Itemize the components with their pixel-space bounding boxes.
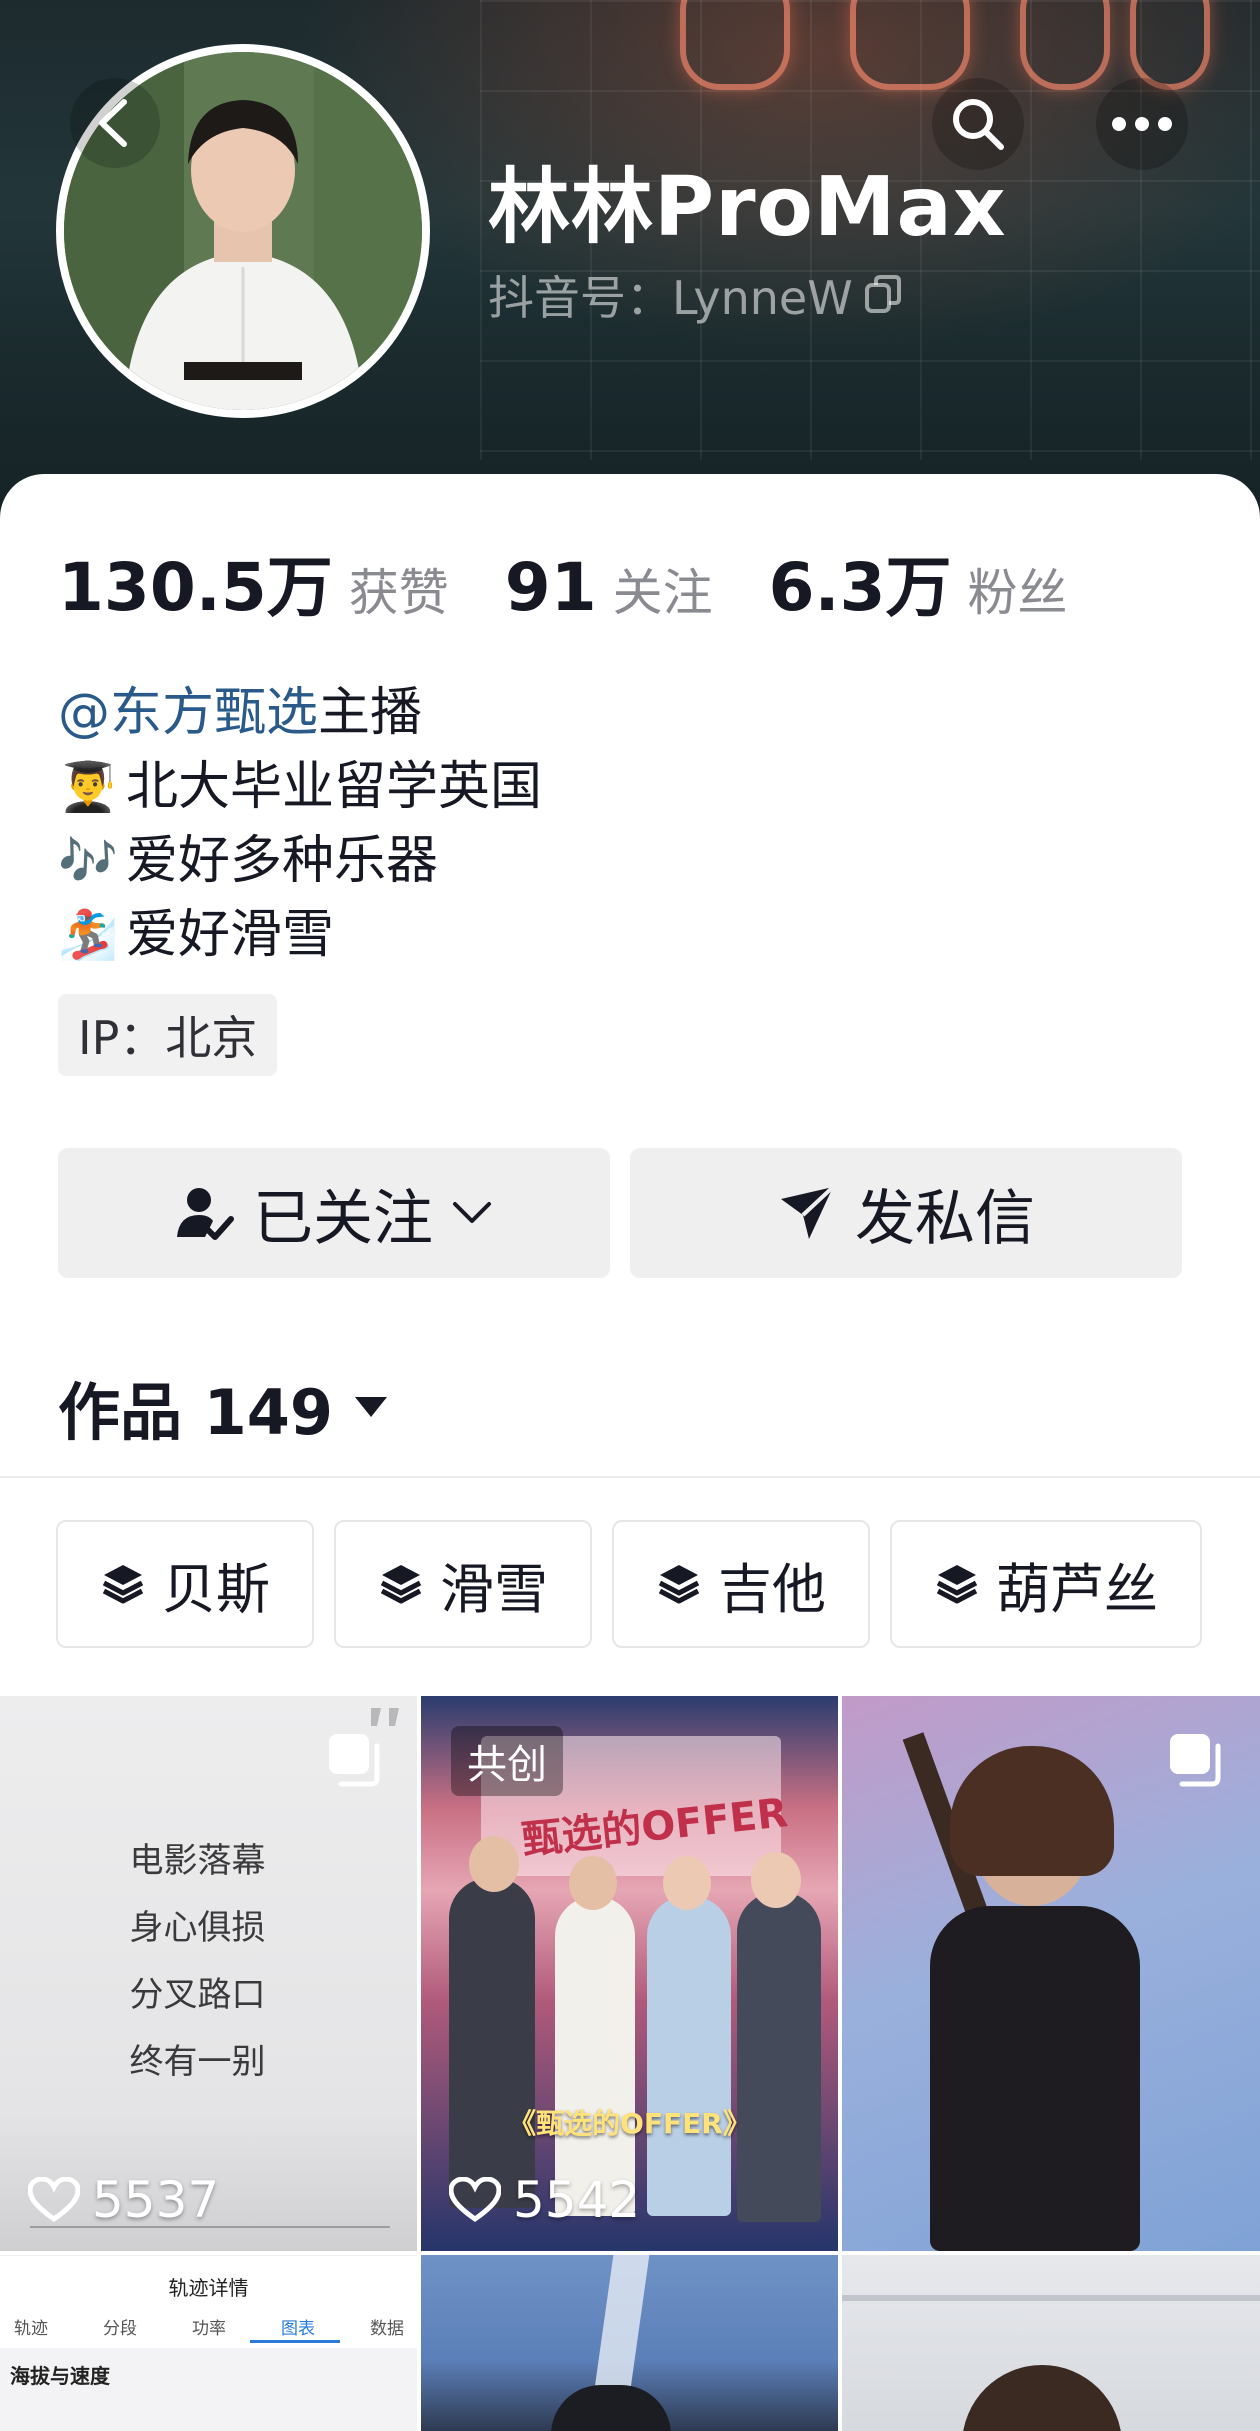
- music-notes-emoji: 🎶: [58, 833, 118, 889]
- collection-chip-label: 滑雪: [440, 1557, 548, 1621]
- snowboarder-emoji: 🏂: [58, 907, 118, 963]
- works-tab[interactable]: 作品 149: [58, 1362, 389, 1452]
- person-head: [663, 1856, 711, 1910]
- collection-chip[interactable]: 贝斯: [56, 1520, 314, 1648]
- douyin-id[interactable]: 抖音号：LynneW: [488, 262, 905, 328]
- bio-line-mention: @东方甄选 主播: [58, 676, 542, 750]
- following-count[interactable]: 91: [505, 549, 597, 626]
- video-tile[interactable]: 电影落幕 身心俱损 分叉路口 终有一别 5537: [0, 1696, 417, 2251]
- multi-image-icon: [329, 1734, 380, 1787]
- likes-label: 获赞: [348, 564, 449, 622]
- collection-chip-label: 吉他: [718, 1557, 826, 1621]
- collection-chip[interactable]: 吉他: [612, 1520, 870, 1648]
- douyin-id-text: 抖音号：LynneW: [488, 271, 853, 325]
- like-count-value: 5542: [513, 2171, 641, 2229]
- followed-label: 已关注: [253, 1183, 433, 1254]
- co-create-badge: 共创: [451, 1726, 563, 1796]
- track-tab-active: 图表: [281, 2319, 315, 2339]
- layers-icon: [380, 1565, 422, 1604]
- person-head: [469, 1836, 519, 1892]
- person-helmet: [551, 2385, 671, 2431]
- person-figure: [930, 1906, 1140, 2251]
- heart-icon: [28, 2177, 80, 2223]
- profile-header: 林林ProMax 抖音号：LynneW: [0, 0, 1260, 520]
- active-tab-indicator: [250, 2340, 340, 2343]
- person-hair: [950, 1746, 1114, 1876]
- user-check-icon: [177, 1188, 234, 1240]
- ip-location-tag: IP：北京: [58, 994, 278, 1076]
- like-count: 5542: [449, 2171, 640, 2229]
- text-post-line: 终有一别: [129, 2042, 266, 2082]
- followers-count[interactable]: 6.3万: [769, 534, 952, 630]
- video-tile[interactable]: 轨迹详情 轨迹 分段 功率 图表 数据 海拔与速度: [0, 2255, 417, 2431]
- video-tile[interactable]: [842, 2255, 1260, 2431]
- layers-icon: [936, 1565, 978, 1604]
- collection-chip-label: 葫芦丝: [996, 1557, 1158, 1621]
- stats-row: 130.5万 获赞 91 关注 6.3万 粉丝: [58, 534, 1124, 630]
- works-label: 作品 149: [58, 1376, 334, 1449]
- text-post-line: 分叉路口: [129, 1975, 266, 2015]
- caret-down-icon: [355, 1397, 388, 1417]
- track-tab: 分段: [103, 2319, 137, 2339]
- text-post-line: 电影落幕: [129, 1841, 266, 1881]
- video-caption: 《甄选的OFFER》: [508, 2107, 751, 2140]
- like-count: 5537: [28, 2171, 219, 2229]
- bio-role: 主播: [318, 683, 423, 743]
- person-head: [569, 1856, 617, 1910]
- message-label: 发私信: [855, 1183, 1035, 1254]
- followers-label[interactable]: 粉丝: [968, 553, 1068, 625]
- more-button[interactable]: [1096, 78, 1188, 170]
- send-icon: [781, 1185, 835, 1239]
- chevron-left-icon: [99, 99, 127, 147]
- bio-line: 🏂 爱好滑雪: [58, 898, 542, 972]
- message-button[interactable]: 发私信: [630, 1148, 1182, 1278]
- layers-icon: [658, 1565, 700, 1604]
- copy-icon[interactable]: [861, 273, 905, 317]
- back-button[interactable]: [70, 78, 160, 168]
- text-post-body: 电影落幕 身心俱损 分叉路口 终有一别: [0, 1828, 395, 2096]
- video-tile[interactable]: [421, 2255, 838, 2431]
- video-tile[interactable]: 甄选的OFFER 共创 《甄选的OFFER》 5542: [421, 1696, 838, 2251]
- graduate-emoji: 👨‍🎓: [58, 759, 118, 815]
- followed-button[interactable]: 已关注: [58, 1148, 610, 1278]
- chevron-down-icon: [453, 1202, 491, 1223]
- person-figure: [737, 1892, 821, 2222]
- collection-chip[interactable]: 滑雪: [334, 1520, 592, 1648]
- layers-icon: [102, 1565, 144, 1604]
- track-tab: 数据: [370, 2319, 404, 2339]
- bio-line: 👨‍🎓 北大毕业留学英国: [58, 750, 542, 824]
- person-figure: [449, 1878, 535, 2208]
- track-tabs: 轨迹 分段 功率 图表 数据: [14, 2314, 404, 2339]
- divider: [0, 1476, 1260, 1478]
- collection-chips: 贝斯 滑雪 吉他 葫芦丝: [56, 1520, 1202, 1648]
- bio-line: 🎶 爱好多种乐器: [58, 824, 542, 898]
- video-tile[interactable]: [842, 1696, 1260, 2251]
- multi-image-icon: [1170, 1734, 1221, 1787]
- person-hair: [962, 2365, 1122, 2431]
- bio: @东方甄选 主播 👨‍🎓 北大毕业留学英国 🎶 爱好多种乐器 🏂 爱好滑雪: [58, 676, 542, 972]
- quote-icon: [371, 1708, 399, 1726]
- nickname: 林林ProMax: [488, 160, 1007, 255]
- track-tab: 轨迹: [14, 2319, 48, 2339]
- text-post-line: 身心俱损: [129, 1908, 266, 1948]
- following-label[interactable]: 关注: [613, 553, 713, 625]
- person-figure: [555, 1896, 635, 2216]
- mention-link[interactable]: @东方甄选: [58, 676, 318, 750]
- like-count-value: 5537: [92, 2171, 220, 2229]
- ceiling-beam: [842, 2295, 1260, 2301]
- collection-chip-label: 贝斯: [162, 1557, 270, 1621]
- bio-line-text: 爱好滑雪: [126, 905, 335, 965]
- likes-count: 130.5万: [58, 549, 333, 626]
- person-figure: [647, 1896, 731, 2216]
- more-icon: [1112, 117, 1172, 131]
- collection-chip[interactable]: 葫芦丝: [890, 1520, 1202, 1648]
- bio-line-text: 爱好多种乐器: [126, 831, 439, 891]
- track-tab: 功率: [192, 2319, 226, 2339]
- heart-icon: [449, 2177, 501, 2223]
- person-head: [751, 1852, 801, 1908]
- track-title: 轨迹详情: [168, 2276, 249, 2300]
- chart-section-title: 海拔与速度: [10, 2364, 110, 2388]
- bio-line-text: 北大毕业留学英国: [126, 757, 543, 817]
